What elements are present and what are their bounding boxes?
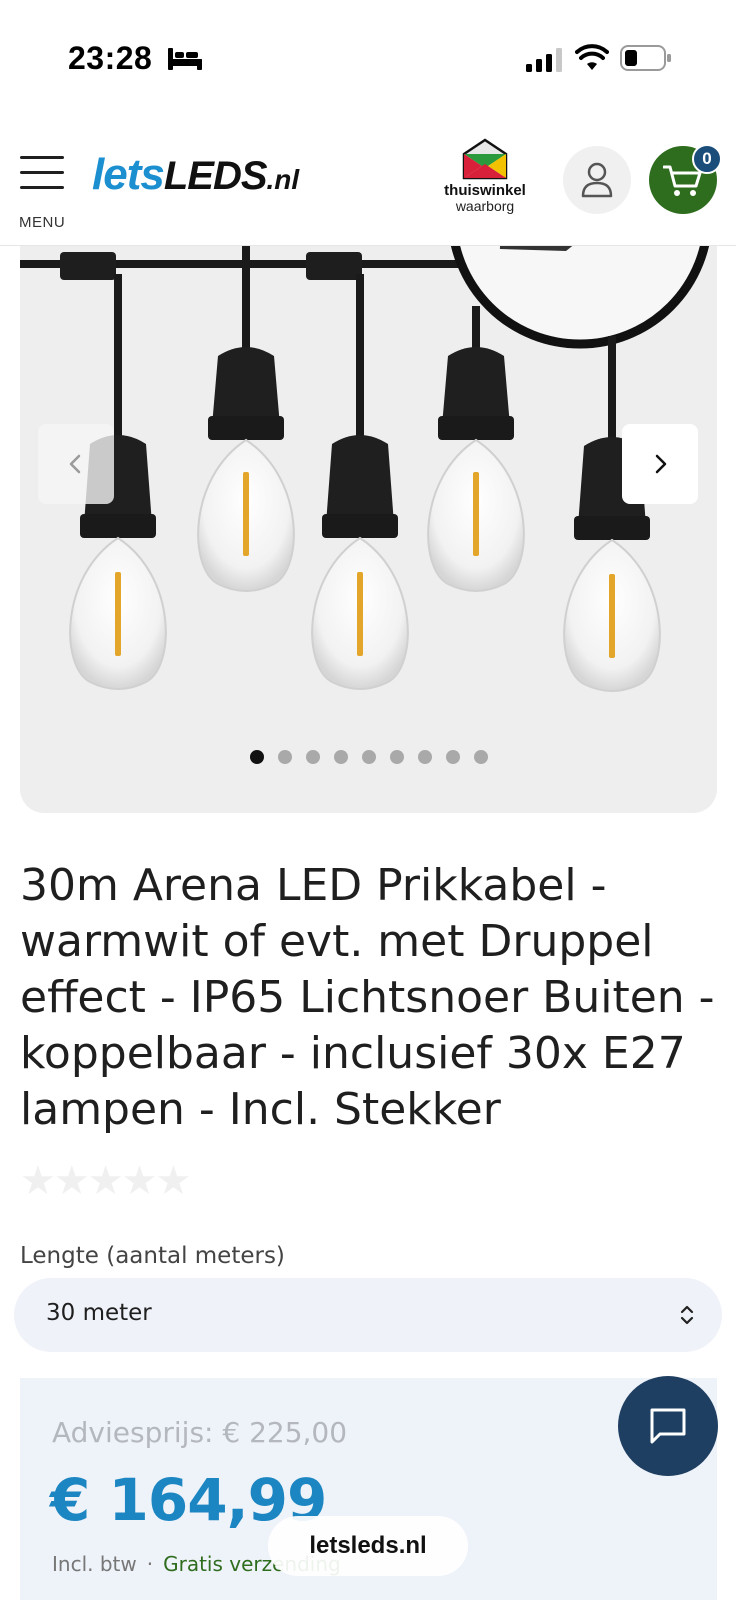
cart-count-badge: 0 bbox=[692, 144, 722, 174]
trust-badge-sub: waarborg bbox=[455, 198, 515, 214]
length-select[interactable]: 30 meter bbox=[14, 1278, 722, 1352]
chevron-left-icon bbox=[69, 454, 81, 474]
trust-badge-name: thuiswinkel bbox=[444, 182, 526, 199]
chevron-right-icon bbox=[655, 454, 667, 474]
gallery-dot-5[interactable] bbox=[361, 750, 376, 764]
gallery-prev-button[interactable] bbox=[38, 424, 114, 504]
rating-stars[interactable]: ★★★★★ bbox=[20, 1158, 191, 1204]
status-time: 23:28 bbox=[68, 40, 153, 76]
logo-tld: .nl bbox=[266, 164, 300, 195]
gallery-next-button[interactable] bbox=[622, 424, 698, 504]
account-button[interactable] bbox=[563, 146, 631, 214]
length-select-value: 30 meter bbox=[46, 1300, 152, 1326]
menu-button[interactable]: MENU bbox=[18, 152, 68, 231]
menu-label: MENU bbox=[19, 214, 66, 231]
chat-bubble-icon bbox=[650, 1408, 686, 1444]
user-icon bbox=[581, 162, 613, 198]
gallery-dot-1[interactable] bbox=[249, 750, 264, 764]
product-image-gallery[interactable] bbox=[20, 246, 717, 813]
product-title: 30m Arena LED Prikkabel - warmwit of evt… bbox=[20, 860, 715, 1135]
bed-icon bbox=[168, 48, 202, 70]
gallery-dot-8[interactable] bbox=[445, 750, 460, 764]
signal-icon bbox=[526, 48, 562, 72]
trust-badge[interactable]: thuiswinkel waarborg bbox=[440, 138, 530, 228]
vat-note: Incl. btw bbox=[52, 1552, 137, 1576]
logo-lets: lets bbox=[92, 150, 165, 199]
gallery-dot-2[interactable] bbox=[277, 750, 292, 764]
gallery-dot-9[interactable] bbox=[473, 750, 488, 764]
status-bar: 23:28 bbox=[0, 0, 736, 120]
gallery-pagination bbox=[20, 750, 717, 764]
product-photo bbox=[20, 246, 710, 692]
site-header: MENU letsLEDS.nl thuiswinkel waarborg 0 bbox=[0, 128, 736, 246]
gallery-dot-4[interactable] bbox=[333, 750, 348, 764]
hamburger-icon bbox=[20, 156, 64, 159]
select-updown-icon bbox=[680, 1305, 694, 1325]
variant-label: Lengte (aantal meters) bbox=[20, 1243, 285, 1269]
gallery-dot-3[interactable] bbox=[305, 750, 320, 764]
logo-leds: LEDS bbox=[163, 154, 268, 198]
gallery-dot-6[interactable] bbox=[389, 750, 404, 764]
browser-address-pill[interactable]: letsleds.nl bbox=[268, 1516, 468, 1576]
chat-button[interactable] bbox=[618, 1376, 718, 1476]
site-logo[interactable]: letsLEDS.nl bbox=[92, 150, 324, 210]
wifi-icon bbox=[575, 44, 609, 70]
house-envelope-icon bbox=[462, 138, 508, 180]
gallery-dot-7[interactable] bbox=[417, 750, 432, 764]
advice-price: Adviesprijs: € 225,00 bbox=[52, 1416, 348, 1449]
meta-separator: · bbox=[146, 1552, 154, 1576]
battery-icon bbox=[620, 45, 671, 71]
